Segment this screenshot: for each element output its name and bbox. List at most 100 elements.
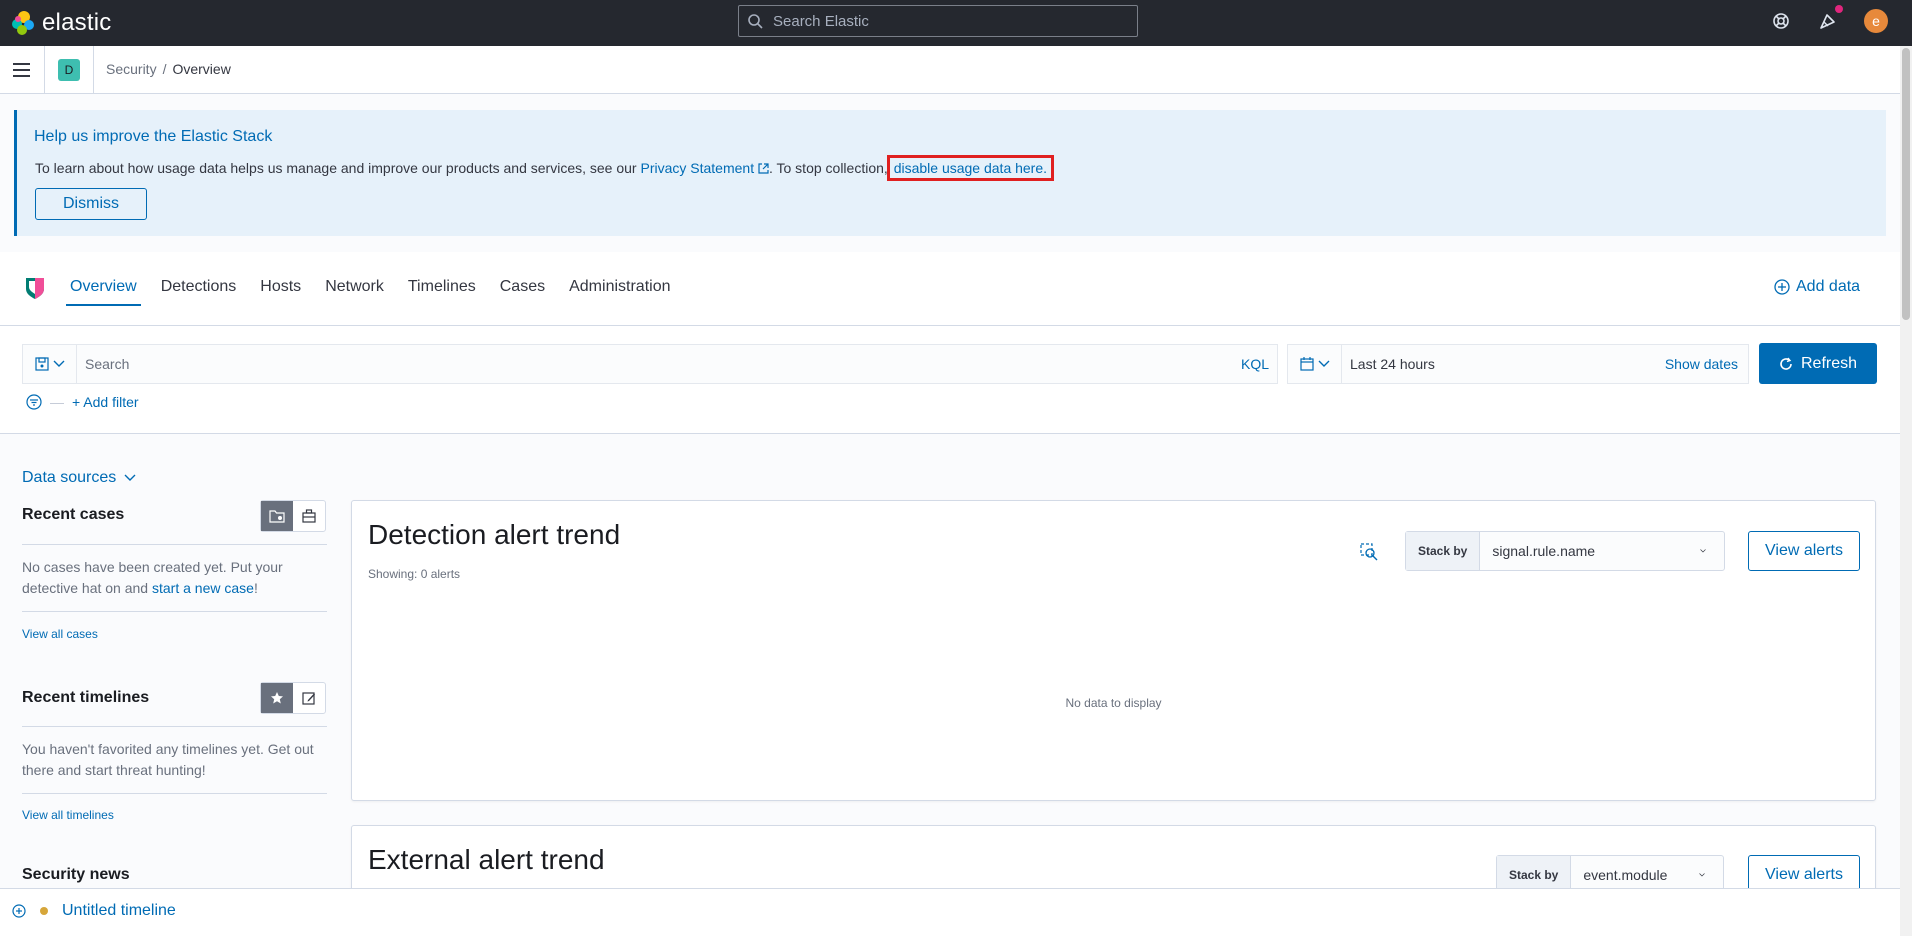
start-new-case-link[interactable]: start a new case xyxy=(152,580,254,596)
time-range-value[interactable]: Last 24 hours xyxy=(1342,356,1665,372)
folder-icon xyxy=(269,510,285,523)
plus-circle-icon[interactable] xyxy=(12,904,26,918)
elastic-logo[interactable]: elastic xyxy=(10,9,111,37)
brand-name: elastic xyxy=(42,9,112,36)
recent-cases-filter-all[interactable] xyxy=(293,501,325,531)
add-data-label: Add data xyxy=(1796,278,1861,295)
chevron-down-icon xyxy=(124,474,136,481)
timeline-status-dot xyxy=(40,907,48,915)
quick-select-button[interactable] xyxy=(1288,345,1342,383)
privacy-statement-link[interactable]: Privacy Statement xyxy=(640,160,769,176)
dismiss-button[interactable]: Dismiss xyxy=(35,188,147,220)
security-app-nav: Overview Detections Hosts Network Timeli… xyxy=(0,252,1900,326)
recent-timelines-filter-updated[interactable] xyxy=(293,683,325,713)
recent-timelines-empty-text: You haven't favorited any timelines yet.… xyxy=(22,741,314,778)
detection-panel-subtitle: Showing: 0 alerts xyxy=(368,567,461,581)
scrollbar-thumb[interactable] xyxy=(1902,48,1910,320)
recent-cases-empty-suffix: ! xyxy=(253,580,258,596)
recent-timelines-title: Recent timelines xyxy=(22,689,150,706)
breadcrumb-bar: D Security / Overview xyxy=(0,46,1900,94)
pencil-icon xyxy=(302,692,315,705)
view-all-timelines-link[interactable]: View all timelines xyxy=(22,808,114,822)
divider xyxy=(22,544,327,545)
news-feed-icon[interactable] xyxy=(1819,12,1837,30)
tab-timelines[interactable]: Timelines xyxy=(408,278,476,306)
space-selector[interactable]: D xyxy=(58,59,80,81)
security-news-title: Security news xyxy=(22,866,130,883)
stack-by-select[interactable]: Stack by signal.rule.name xyxy=(1405,531,1725,571)
global-header: elastic e xyxy=(0,0,1912,46)
breadcrumb-overview: Overview xyxy=(172,61,231,77)
query-search-input[interactable] xyxy=(77,346,1241,382)
user-avatar[interactable]: e xyxy=(1864,9,1888,33)
show-dates-link[interactable]: Show dates xyxy=(1665,356,1748,372)
disable-usage-data-link[interactable]: disable usage data here. xyxy=(886,155,1055,181)
query-search-box: KQL xyxy=(22,344,1278,384)
view-alerts-button[interactable]: View alerts xyxy=(1748,531,1860,571)
timeline-bottom-bar: Untitled timeline xyxy=(0,888,1900,936)
timeline-flyout-button[interactable]: Untitled timeline xyxy=(12,902,176,920)
chevron-down-icon xyxy=(1318,360,1329,367)
external-panel-title: External alert trend xyxy=(368,844,605,875)
security-app-icon[interactable] xyxy=(24,276,46,300)
page-scrollbar[interactable] xyxy=(1900,46,1912,936)
detection-alert-trend-panel: Detection alert trend Showing: 0 alerts … xyxy=(351,500,1876,801)
global-search-input[interactable] xyxy=(771,11,1111,31)
plus-circle-icon xyxy=(1774,279,1790,295)
inspect-icon[interactable] xyxy=(1360,543,1378,561)
callout-text: To learn about how usage data helps us m… xyxy=(35,160,641,176)
detection-panel-title: Detection alert trend xyxy=(368,519,621,550)
recent-cases-filter-mine[interactable] xyxy=(261,501,293,531)
tab-administration[interactable]: Administration xyxy=(569,278,670,306)
view-all-cases-link[interactable]: View all cases xyxy=(22,627,98,641)
stack-by-value: event.module xyxy=(1583,867,1668,883)
add-data-button[interactable]: Add data xyxy=(1774,278,1860,296)
notification-dot xyxy=(1835,5,1843,13)
recent-cases-title: Recent cases xyxy=(22,506,125,523)
divider xyxy=(93,46,94,94)
saved-query-button[interactable] xyxy=(23,345,77,383)
breadcrumb-security[interactable]: Security xyxy=(106,61,157,77)
chevron-down-icon xyxy=(53,360,64,367)
refresh-label: Refresh xyxy=(1800,354,1858,372)
data-sources-toggle[interactable]: Data sources xyxy=(22,469,136,487)
divider xyxy=(22,611,327,612)
refresh-button[interactable]: Refresh xyxy=(1759,343,1877,384)
stack-by-value: signal.rule.name xyxy=(1492,543,1596,559)
elastic-logo-icon xyxy=(12,11,34,35)
app-tabs: Overview Detections Hosts Network Timeli… xyxy=(66,278,694,306)
external-link-icon xyxy=(758,163,769,174)
privacy-statement-label: Privacy Statement xyxy=(640,160,755,176)
breadcrumb: Security / Overview xyxy=(106,61,231,77)
divider xyxy=(44,46,45,94)
add-filter-link[interactable]: + Add filter xyxy=(72,394,139,410)
divider xyxy=(22,726,327,727)
filter-options-icon[interactable] xyxy=(26,394,42,410)
tab-overview[interactable]: Overview xyxy=(66,278,141,306)
save-icon xyxy=(34,357,49,371)
recent-cases-filter-group xyxy=(260,500,326,532)
chevron-down-icon xyxy=(1700,549,1706,553)
menu-icon[interactable] xyxy=(13,62,31,78)
tab-cases[interactable]: Cases xyxy=(500,278,545,306)
timeline-title[interactable]: Untitled timeline xyxy=(62,902,176,920)
breadcrumb-separator: / xyxy=(162,61,167,77)
callout-text-middle: . To stop collection, xyxy=(768,160,892,176)
callout-body: To learn about how usage data helps us m… xyxy=(35,155,1055,181)
tab-hosts[interactable]: Hosts xyxy=(260,278,301,306)
recent-cases-empty-message: No cases have been created yet. Put your… xyxy=(22,557,322,599)
filter-row: — + Add filter xyxy=(26,394,139,410)
help-icon[interactable] xyxy=(1772,12,1790,30)
query-language-toggle[interactable]: KQL xyxy=(1241,356,1277,372)
query-bar: KQL Last 24 hours Show dates Refresh xyxy=(0,326,1900,434)
usage-data-callout: Help us improve the Elastic Stack To lea… xyxy=(14,110,1886,236)
callout-title: Help us improve the Elastic Stack xyxy=(34,128,273,145)
tab-detections[interactable]: Detections xyxy=(161,278,237,306)
search-icon xyxy=(748,14,763,29)
calendar-icon xyxy=(1299,357,1314,371)
recent-timelines-filter-favorites[interactable] xyxy=(261,683,293,713)
data-sources-label: Data sources xyxy=(22,469,117,486)
tab-network[interactable]: Network xyxy=(325,278,384,306)
global-search-box[interactable] xyxy=(738,5,1138,37)
date-picker: Last 24 hours Show dates xyxy=(1287,344,1749,384)
